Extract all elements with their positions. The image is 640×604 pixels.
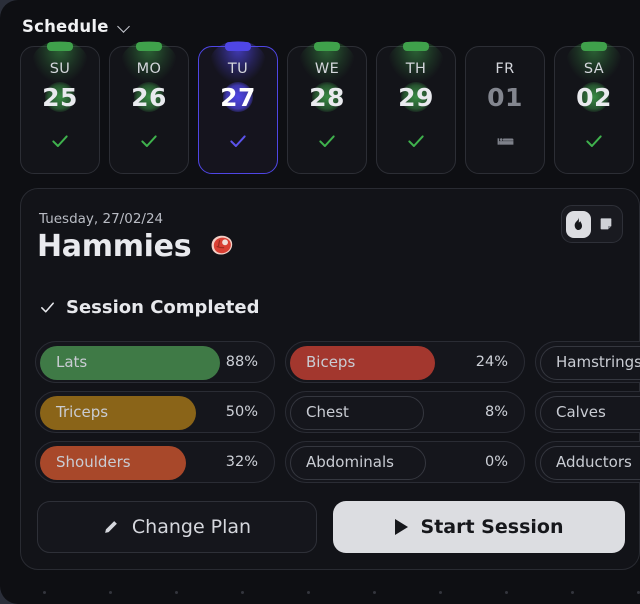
week-strip: SU 25 MO 26 TU 27 WE 28	[20, 46, 640, 174]
muscle-pill[interactable]: Calves	[535, 391, 640, 433]
day-date: 25	[21, 81, 99, 113]
day-of-week-label: TU	[228, 61, 248, 77]
day-date: 29	[377, 81, 455, 113]
muscle-percent: 24%	[476, 354, 508, 370]
muscle-label: Shoulders	[56, 453, 131, 471]
day-date: 02	[555, 81, 633, 113]
muscle-label: Triceps	[56, 403, 108, 421]
check-icon	[555, 131, 633, 151]
day-date: 28	[288, 81, 366, 113]
day-indicator-bar	[136, 42, 162, 51]
cut-of-meat-icon	[205, 232, 235, 262]
start-session-button[interactable]: Start Session	[333, 501, 625, 553]
day-of-week-label: SU	[50, 61, 71, 77]
check-icon	[39, 299, 56, 316]
view-mode-toggle[interactable]	[561, 205, 623, 243]
rail-dot	[439, 591, 442, 594]
check-icon	[288, 131, 366, 151]
rail-dot	[43, 591, 46, 594]
muscle-pill[interactable]: Abdominals 0%	[285, 441, 525, 483]
muscle-group-grid: Lats 88% Biceps 24% Hamstrings Triceps 5…	[35, 341, 640, 483]
session-title: Hammies	[37, 229, 191, 264]
chevron-down-icon[interactable]	[118, 21, 131, 34]
start-session-label: Start Session	[421, 516, 564, 538]
check-icon	[199, 131, 277, 151]
day-indicator-bar	[47, 42, 73, 51]
rail-dot	[505, 591, 508, 594]
muscle-pill[interactable]: Shoulders 32%	[35, 441, 275, 483]
session-card: Tuesday, 27/02/24 Hammies Session Comple…	[20, 188, 640, 570]
day-date-label: 27	[220, 83, 256, 112]
muscle-pill[interactable]: Adductors	[535, 441, 640, 483]
day-date: 27	[199, 81, 277, 113]
page-title: Schedule	[22, 17, 109, 36]
day-of-week-label: TH	[406, 61, 427, 77]
day-card-mo[interactable]: MO 26	[109, 46, 189, 174]
muscle-pill[interactable]: Biceps 24%	[285, 341, 525, 383]
rail-dot	[373, 591, 376, 594]
muscle-label: Calves	[556, 403, 606, 421]
day-date-label: 25	[42, 83, 78, 112]
bed-icon	[466, 131, 544, 151]
app-window: Schedule SU 25 MO 26 TU 27 WE	[0, 0, 640, 604]
session-title-row: Hammies	[37, 229, 235, 264]
day-card-tu[interactable]: TU 27	[198, 46, 278, 174]
day-date-label: 28	[309, 83, 345, 112]
rail-dot	[241, 591, 244, 594]
muscle-label: Chest	[306, 403, 349, 421]
day-indicator-bar	[225, 42, 251, 51]
session-status: Session Completed	[39, 297, 260, 318]
schedule-header[interactable]: Schedule	[22, 14, 131, 38]
muscle-label: Abdominals	[306, 453, 394, 471]
day-card-th[interactable]: TH 29	[376, 46, 456, 174]
muscle-pill[interactable]: Lats 88%	[35, 341, 275, 383]
day-card-we[interactable]: WE 28	[287, 46, 367, 174]
day-indicator-bar	[403, 42, 429, 51]
muscle-percent: 32%	[226, 454, 258, 470]
muscle-percent: 88%	[226, 354, 258, 370]
toggle-note-icon[interactable]	[594, 211, 619, 238]
muscle-percent: 50%	[226, 404, 258, 420]
play-icon	[395, 519, 408, 535]
action-button-row: Change Plan Start Session	[37, 501, 625, 553]
muscle-label: Adductors	[556, 453, 632, 471]
day-date-label: 02	[576, 83, 612, 112]
day-date: 26	[110, 81, 188, 113]
muscle-label: Lats	[56, 353, 87, 371]
muscle-label: Biceps	[306, 353, 355, 371]
change-plan-label: Change Plan	[132, 516, 251, 538]
rail-dot	[109, 591, 112, 594]
day-card-sa[interactable]: SA 02	[554, 46, 634, 174]
change-plan-button[interactable]: Change Plan	[37, 501, 317, 553]
dot-rail	[0, 584, 640, 600]
muscle-percent: 8%	[485, 404, 508, 420]
rail-dot	[307, 591, 310, 594]
pencil-icon	[103, 519, 119, 535]
day-indicator-bar	[314, 42, 340, 51]
session-date: Tuesday, 27/02/24	[39, 211, 163, 227]
muscle-percent: 0%	[485, 454, 508, 470]
day-of-week-label: MO	[137, 61, 162, 77]
day-card-su[interactable]: SU 25	[20, 46, 100, 174]
day-date-label: 01	[487, 83, 523, 112]
day-of-week-label: WE	[315, 61, 339, 77]
day-date-label: 29	[398, 83, 434, 112]
check-icon	[377, 131, 455, 151]
muscle-pill[interactable]: Hamstrings	[535, 341, 640, 383]
day-date: 01	[466, 81, 544, 113]
day-indicator-bar	[581, 42, 607, 51]
day-of-week-label: FR	[495, 61, 514, 77]
toggle-flame-icon[interactable]	[566, 211, 591, 238]
day-date-label: 26	[131, 83, 167, 112]
rail-dot	[571, 591, 574, 594]
rail-dot	[175, 591, 178, 594]
muscle-pill[interactable]: Chest 8%	[285, 391, 525, 433]
muscle-label: Hamstrings	[556, 353, 640, 371]
day-card-fr[interactable]: FR 01	[465, 46, 545, 174]
session-status-label: Session Completed	[66, 297, 260, 318]
check-icon	[21, 131, 99, 151]
day-of-week-label: SA	[584, 61, 604, 77]
muscle-pill[interactable]: Triceps 50%	[35, 391, 275, 433]
check-icon	[110, 131, 188, 151]
